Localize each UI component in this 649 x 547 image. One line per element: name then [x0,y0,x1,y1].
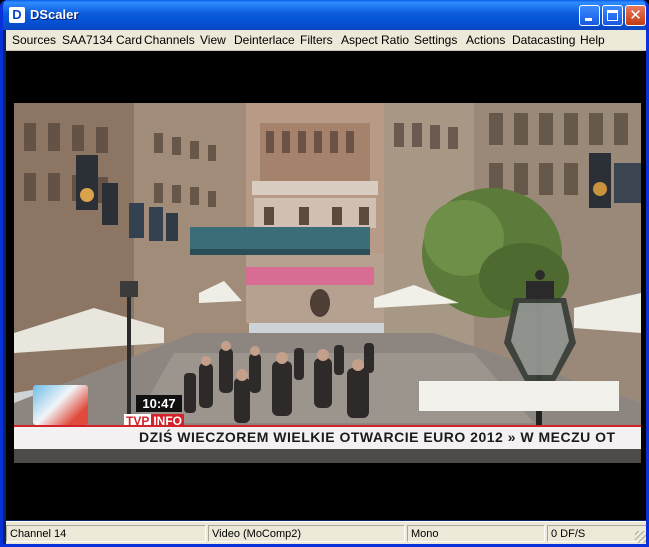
close-button[interactable]: ✕ [625,5,646,26]
menu-bar: Sources SAA7134 Card Channels View Deint… [6,30,646,51]
channel-logo-graphic [33,385,88,425]
clock-box: 10:47 [136,395,182,412]
status-drop-rate: 0 DF/S [547,525,646,542]
menu-deinterlace[interactable]: Deinterlace [234,33,295,47]
status-video-mode: Video (MoComp2) [208,525,405,542]
menu-aspect-ratio[interactable]: Aspect Ratio [341,33,409,47]
news-ticker: DZIŚ WIECZOREM WIELKIE OTWARCIE EURO 201… [14,425,641,451]
menu-channels[interactable]: Channels [144,33,195,47]
dscaler-window: D DScaler ✕ Sources SAA7134 Card Channel… [0,0,649,547]
video-frame[interactable]: 10:47 TVP INFO DZIŚ WIECZOREM WIELKIE OTW… [14,103,641,463]
status-audio: Mono [407,525,545,542]
dscaler-app-icon[interactable]: D [9,7,25,23]
window-title: DScaler [30,7,79,22]
menu-datacasting[interactable]: Datacasting [512,33,575,47]
title-bar[interactable]: D DScaler ✕ [3,0,646,30]
ticker-bottom-strip [14,449,641,463]
clock-text: 10:47 [142,396,176,411]
menu-view[interactable]: View [200,33,226,47]
menu-saa7134-card[interactable]: SAA7134 Card [62,33,142,47]
menu-settings[interactable]: Settings [414,33,457,47]
resize-grip-icon[interactable] [635,531,646,543]
menu-actions[interactable]: Actions [466,33,505,47]
menu-filters[interactable]: Filters [300,33,333,47]
menu-help[interactable]: Help [580,33,605,47]
menu-sources[interactable]: Sources [12,33,56,47]
maximize-button[interactable] [602,5,623,26]
video-area[interactable]: 10:47 TVP INFO DZIŚ WIECZOREM WIELKIE OTW… [6,51,646,520]
status-bar: Channel 14 Video (MoComp2) Mono 0 DF/S [6,521,646,544]
street-scene-image [14,103,641,463]
ticker-text: DZIŚ WIECZOREM WIELKIE OTWARCIE EURO 201… [139,429,616,445]
minimize-button[interactable] [579,5,600,26]
status-channel: Channel 14 [6,525,206,542]
maximize-icon [607,10,618,21]
close-icon: ✕ [629,6,642,24]
minimize-icon [585,18,592,21]
